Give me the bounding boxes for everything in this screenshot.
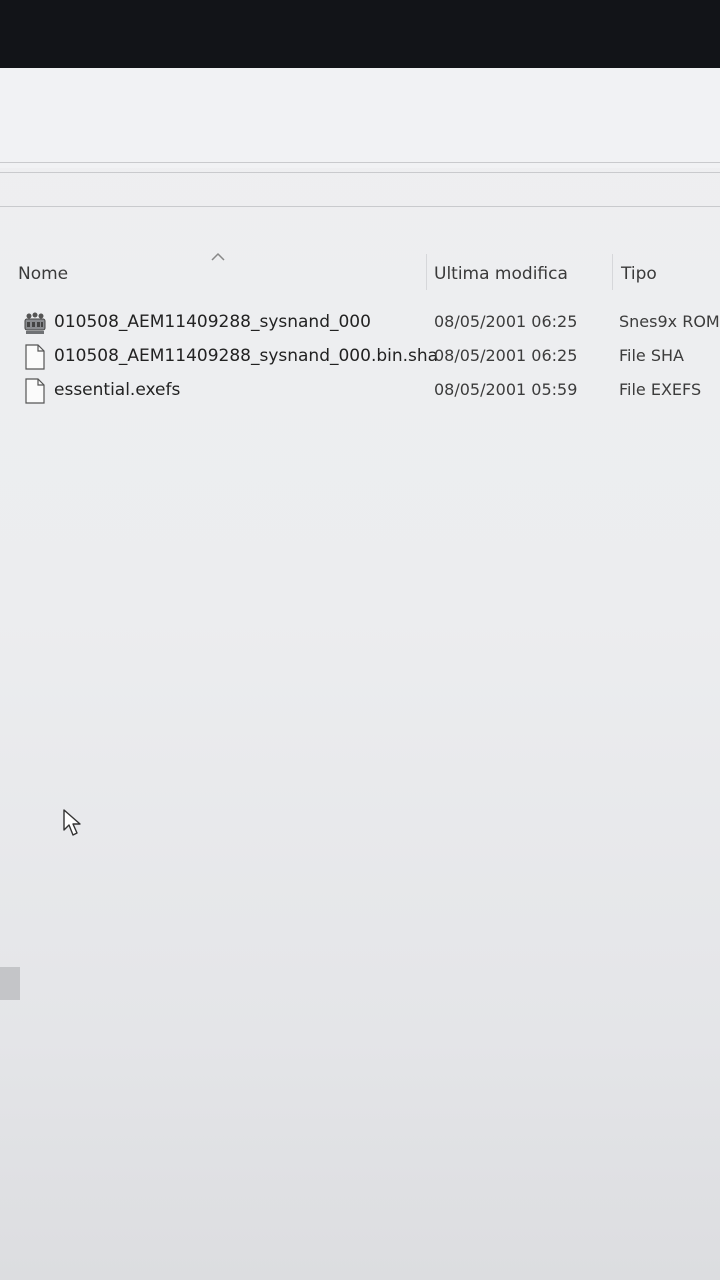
divider xyxy=(0,162,720,163)
column-header-modified[interactable]: Ultima modifica xyxy=(434,264,568,284)
divider xyxy=(0,206,720,207)
file-explorer-window: Nome Ultima modifica Tipo 010508_AEM1140… xyxy=(0,68,720,1280)
file-modified: 08/05/2001 05:59 xyxy=(434,380,578,399)
side-panel-handle[interactable] xyxy=(0,967,20,1000)
ribbon-area xyxy=(0,68,720,168)
file-row[interactable]: essential.exefs 08/05/2001 05:59 File EX… xyxy=(0,374,720,408)
sort-up-icon xyxy=(211,252,225,261)
file-type: File SHA xyxy=(619,346,684,365)
file-icon xyxy=(25,378,45,404)
file-row[interactable]: 010508_AEM11409288_sysnand_000 08/05/200… xyxy=(0,306,720,340)
file-name: 010508_AEM11409288_sysnand_000.bin.sha xyxy=(54,346,439,366)
column-divider[interactable] xyxy=(612,254,613,290)
column-divider[interactable] xyxy=(426,254,427,290)
monitor-bezel xyxy=(0,0,720,72)
column-header-type[interactable]: Tipo xyxy=(621,264,657,284)
divider xyxy=(0,172,720,173)
file-row[interactable]: 010508_AEM11409288_sysnand_000.bin.sha 0… xyxy=(0,340,720,374)
file-modified: 08/05/2001 06:25 xyxy=(434,312,578,331)
file-type: Snes9x ROM xyxy=(619,312,720,331)
file-type: File EXEFS xyxy=(619,380,702,399)
file-icon xyxy=(25,344,45,370)
file-modified: 08/05/2001 06:25 xyxy=(434,346,578,365)
file-name: essential.exefs xyxy=(54,380,181,400)
column-header-name[interactable]: Nome xyxy=(18,264,68,284)
snes9x-rom-icon xyxy=(24,312,46,334)
mouse-cursor-icon xyxy=(63,809,81,836)
file-name: 010508_AEM11409288_sysnand_000 xyxy=(54,312,371,332)
